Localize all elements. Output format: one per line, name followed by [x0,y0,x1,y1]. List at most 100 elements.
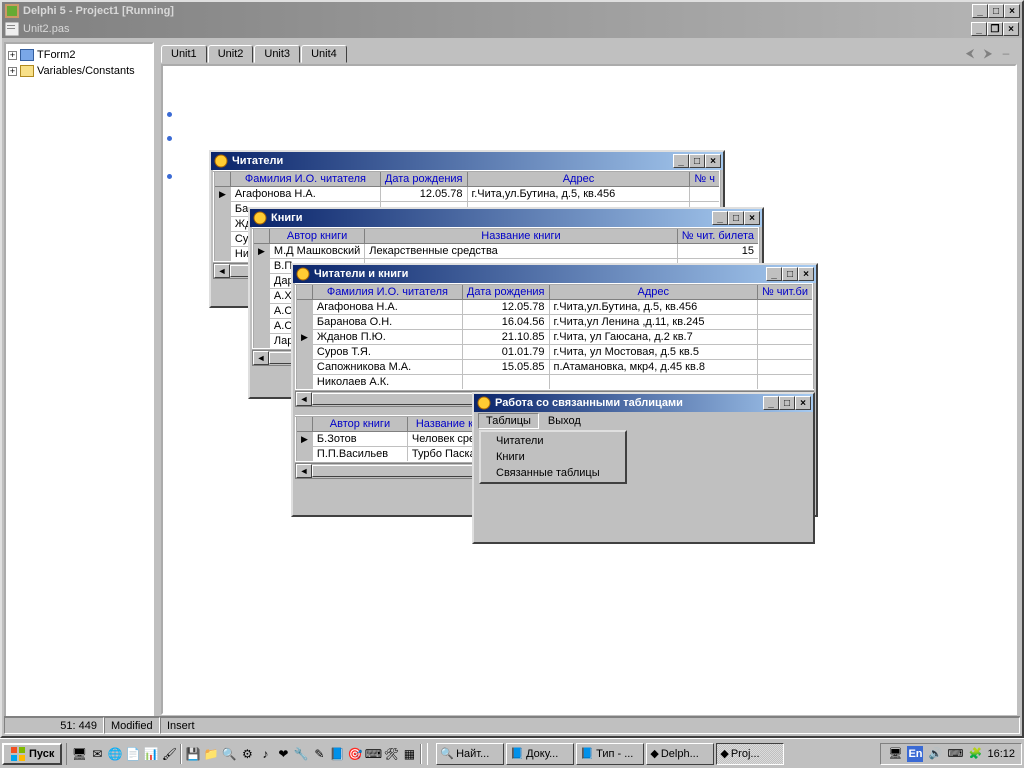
col-header[interactable]: Дата рождения [462,284,549,300]
maximize-button[interactable]: □ [728,211,744,225]
minimize-button[interactable]: _ [712,211,728,225]
unit-minimize-button[interactable]: _ [971,22,987,36]
table-row[interactable]: Сапожникова М.А.15.05.85п.Атамановка, мк… [296,360,813,375]
work-titlebar[interactable]: Работа со связанными таблицами _ □ × [474,394,813,412]
tree-expand-icon[interactable]: + [8,51,17,60]
col-header[interactable]: Адрес [549,284,757,300]
start-button[interactable]: Пуск [2,743,62,765]
ql-icon[interactable]: 🔍 [221,746,237,762]
col-header[interactable]: № чит. билета [677,228,759,244]
popup-readers[interactable]: Читатели [482,433,624,449]
maximize-button[interactable]: □ [689,154,705,168]
minimize-button[interactable]: _ [766,267,782,281]
table-row[interactable]: Жданов П.Ю.21.10.85г.Чита, ул Гаюсана, д… [296,330,813,345]
table-row[interactable]: М.Д МашковскийЛекарственные средства15 [253,244,759,259]
ql-icon[interactable]: 💾 [185,746,201,762]
ql-icon[interactable]: 📊 [143,746,159,762]
object-tree[interactable]: + TForm2 + Variables/Constants [4,42,154,718]
ql-icon[interactable]: 🔧 [293,746,309,762]
task-button[interactable]: 🔍Найт... [436,743,504,765]
ide-titlebar[interactable]: Delphi 5 - Project1 [Running] _ □ × [2,2,1022,20]
ql-icon[interactable]: ❤ [275,746,291,762]
readers-titlebar[interactable]: Читатели _ □ × [211,152,723,170]
col-header[interactable]: № ч [690,171,720,187]
table-row[interactable]: Агафонова Н.А.12.05.78г.Чита,ул.Бутина, … [296,300,813,315]
menu-tables[interactable]: Таблицы [478,413,539,429]
breakpoint-dot[interactable] [167,174,172,179]
tab-unit2[interactable]: Unit2 [208,45,254,63]
ql-icon[interactable]: ♪ [257,746,273,762]
ide-close-button[interactable]: × [1004,4,1020,18]
nav-close-icon[interactable]: – [998,45,1014,61]
ql-icon[interactable]: 📘 [329,746,345,762]
tree-item-variables[interactable]: + Variables/Constants [8,63,150,79]
books-titlebar[interactable]: Книги _ □ × [250,209,762,227]
ql-icon[interactable]: ▦ [401,746,417,762]
ql-icon[interactable]: ⌨ [365,746,381,762]
tray-icon[interactable]: 🧩 [967,746,983,762]
menu-exit[interactable]: Выход [541,414,588,428]
ql-icon[interactable]: 🖌 [161,746,177,762]
col-header[interactable]: Адрес [467,171,690,187]
scroll-left-icon[interactable]: ◄ [253,351,269,365]
table-row[interactable]: Николаев А.К. [296,375,813,391]
scroll-left-icon[interactable]: ◄ [296,464,312,478]
ql-icon[interactable]: ✎ [311,746,327,762]
tab-unit1[interactable]: Unit1 [161,45,207,63]
col-header[interactable]: № чит.би [757,284,813,300]
tree-item-tform2[interactable]: + TForm2 [8,47,150,63]
tray-icon[interactable]: ⌨ [947,746,963,762]
col-header[interactable]: Фамилия И.О. читателя [230,171,380,187]
tab-unit3[interactable]: Unit3 [254,45,300,63]
nav-back-icon[interactable]: ⮜ [962,45,978,61]
work-window[interactable]: Работа со связанными таблицами _ □ × Таб… [472,392,815,544]
ide-maximize-button[interactable]: □ [988,4,1004,18]
table-row[interactable]: Агафонова Н.А.12.05.78г.Чита,ул.Бутина, … [214,187,720,202]
clock[interactable]: 16:12 [987,748,1015,760]
minimize-button[interactable]: _ [673,154,689,168]
breakpoint-dot[interactable] [167,112,172,117]
close-button[interactable]: × [795,396,811,410]
ql-icon[interactable]: ✉ [89,746,105,762]
col-header[interactable]: Название книги [365,228,677,244]
breakpoint-dot[interactable] [167,136,172,141]
task-button[interactable]: 📘Тип - ... [576,743,644,765]
ql-icon[interactable]: 🛠 [383,746,399,762]
tree-expand-icon[interactable]: + [8,67,17,76]
scroll-left-icon[interactable]: ◄ [214,264,230,278]
col-header[interactable]: Автор книги [269,228,364,244]
ide-minimize-button[interactable]: _ [972,4,988,18]
nav-fwd-icon[interactable]: ⮞ [980,45,996,61]
ql-icon[interactable]: ⚙ [239,746,255,762]
col-header[interactable]: Фамилия И.О. читателя [312,284,462,300]
rk-titlebar[interactable]: Читатели и книги _ □ × [293,265,816,283]
tray-icon[interactable]: 🔊 [927,746,943,762]
tray-icon[interactable]: 🖥 [887,746,903,762]
ql-icon[interactable]: 🖥 [71,746,87,762]
rk-top-grid[interactable]: Фамилия И.О. читателя Дата рождения Адре… [295,283,814,391]
popup-books[interactable]: Книги [482,449,624,465]
table-row[interactable]: Суров Т.Я.01.01.79г.Чита, ул Мостовая, д… [296,345,813,360]
task-button[interactable]: ◆Delph... [646,743,714,765]
tab-unit4[interactable]: Unit4 [301,45,347,63]
scroll-left-icon[interactable]: ◄ [296,392,312,406]
ql-icon[interactable]: 📁 [203,746,219,762]
task-button[interactable]: 📘Доку... [506,743,574,765]
close-button[interactable]: × [744,211,760,225]
close-button[interactable]: × [798,267,814,281]
col-header[interactable]: Дата рождения [380,171,467,187]
ql-icon[interactable]: 🌐 [107,746,123,762]
unit-restore-button[interactable]: ❐ [987,22,1003,36]
ql-icon[interactable]: 🎯 [347,746,363,762]
maximize-button[interactable]: □ [779,396,795,410]
minimize-button[interactable]: _ [763,396,779,410]
ql-icon[interactable]: 📄 [125,746,141,762]
task-button[interactable]: ◆Proj... [716,743,784,765]
popup-linked[interactable]: Связанные таблицы [482,465,624,481]
maximize-button[interactable]: □ [782,267,798,281]
close-button[interactable]: × [705,154,721,168]
language-indicator[interactable]: En [907,746,923,762]
col-header[interactable]: Автор книги [312,416,407,432]
table-row[interactable]: Баранова О.Н.16.04.56г.Чита,ул Ленина ,д… [296,315,813,330]
unit-close-button[interactable]: × [1003,22,1019,36]
